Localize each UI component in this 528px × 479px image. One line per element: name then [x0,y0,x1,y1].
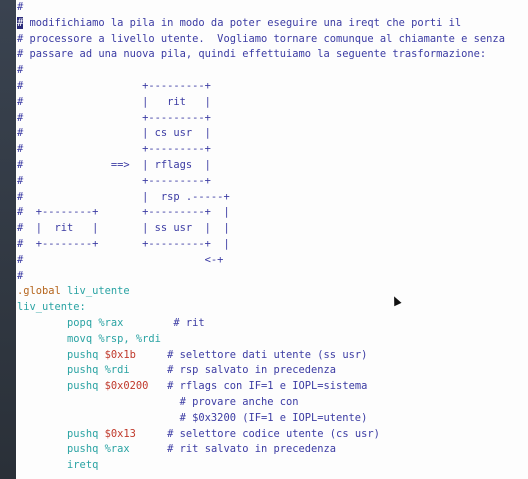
code-token-comment: # [17,1,24,13]
code-line[interactable]: pushq $0x0200 # rflags con IF=1 e IOPL=s… [17,379,528,395]
code-token-imm: $0x1b [104,348,136,361]
code-token-instr: iretq [17,459,99,472]
code-line[interactable]: liv_utente: [17,300,528,316]
code-token-comment: # rit salvato in precedenza [129,443,337,456]
code-line[interactable]: .global liv_utente [17,284,528,300]
code-token-instr: pushq [17,427,105,440]
code-line[interactable]: popq %rax # rit [17,316,528,332]
code-line[interactable]: # processore a livello utente. Vogliamo … [17,32,528,48]
code-line[interactable]: # <-+ [17,253,528,269]
code-token-comment: # rflags con IF=1 e IOPL=sistema [148,380,368,393]
code-token-imm: $0x13 [104,427,136,440]
code-token-comment: # selettore codice utente (cs usr) [135,427,380,440]
code-line[interactable]: # [17,63,528,79]
code-line[interactable]: # passare ad una nuova pila, quindi effe… [17,47,528,63]
code-token-comment: # +---------+ [17,111,211,124]
code-token-comment: # +---------+ [17,174,211,187]
code-token-directive: .global [17,285,68,298]
code-line[interactable]: # +---------+ [17,142,528,158]
code-token-comment: # rsp salvato in precedenza [129,364,337,377]
code-line[interactable]: # +---------+ [17,79,528,95]
code-token-comment: # | cs usr | [17,127,211,140]
code-token-comment: # selettore dati utente (ss usr) [135,348,368,361]
code-line[interactable]: # | rit | | ss usr | | [17,221,528,237]
code-line[interactable]: # $0x3200 (IF=1 e IOPL=utente) [17,411,528,427]
code-line[interactable]: # provare anche con [17,395,528,411]
code-token-comment: # +---------+ [17,143,211,156]
code-line[interactable]: pushq %rdi # rsp salvato in precedenza [17,363,528,379]
code-token-comment: # <-+ [17,253,224,266]
code-line[interactable]: pushq %rax # rit salvato in precedenza [17,442,528,458]
code-token-reg: %rax [104,443,130,456]
code-token-comment: # +---------+ [17,79,211,92]
code-token-instr: movq [17,332,99,345]
code-token-comment: # +--------+ +---------+ | [17,237,230,250]
window-side-strip [0,0,16,479]
code-token-instr: popq [17,316,99,329]
code-line[interactable]: # | rsp .-----+ [17,190,528,206]
code-token-instr: pushq [17,380,105,393]
code-editor[interactable]: # # modifichiamo la pila in modo da poter… [17,0,528,479]
code-token-comment: # passare ad una nuova pila, quindi effe… [17,48,487,61]
code-line[interactable]: # +--------+ +---------+ | [17,237,528,253]
code-line[interactable]: # | rit | [17,95,528,111]
code-line[interactable]: # ==> | rflags | [17,158,528,174]
code-token-comment: # | rsp .-----+ [17,190,230,203]
code-token-reg: %rdi [104,364,130,377]
code-line[interactable]: pushq $0x1b # selettore dati utente (ss … [17,348,528,364]
code-line[interactable]: # +---------+ [17,174,528,190]
code-text[interactable]: # # modifichiamo la pila in modo da poter… [17,0,528,474]
code-line[interactable]: # +--------+ +---------+ | [17,205,528,221]
code-token-instr: pushq [17,364,105,377]
code-line[interactable]: # +---------+ [17,111,528,127]
code-token-instr: pushq [17,348,105,361]
code-line[interactable]: iretq [17,458,528,474]
code-token-imm: $0x0200 [104,380,149,393]
code-token-label: liv_utente [67,285,130,298]
code-token-comment: # processore a livello utente. Vogliamo … [17,32,505,45]
code-token-comment: # +--------+ +---------+ | [17,206,230,219]
code-line[interactable]: pushq $0x13 # selettore codice utente (c… [17,427,528,443]
code-token-comment: # [17,269,24,282]
code-token-comment: modifichiamo la pila in modo da poter es… [23,16,462,29]
code-token-comment: # $0x3200 (IF=1 e IOPL=utente) [17,411,368,424]
code-line[interactable]: # [17,269,528,285]
code-line[interactable]: # | cs usr | [17,126,528,142]
code-token-instr: pushq [17,443,105,456]
code-token-comment: # | rit | | ss usr | | [17,222,230,235]
code-token-comment: # [17,64,24,77]
code-line[interactable]: movq %rsp, %rdi [17,332,528,348]
code-line[interactable]: # modifichiamo la pila in modo da poter … [17,16,528,32]
code-line[interactable]: # [17,0,528,16]
code-token-reg: %rsp, %rdi [98,332,161,345]
code-token-label: liv_utente: [17,301,86,314]
code-token-comment: # ==> | rflags | [17,158,211,171]
code-token-comment: # rit [123,316,205,329]
code-token-comment: # provare anche con [17,395,299,408]
code-token-reg: %rax [98,316,124,329]
code-token-comment: # | rit | [17,95,211,108]
